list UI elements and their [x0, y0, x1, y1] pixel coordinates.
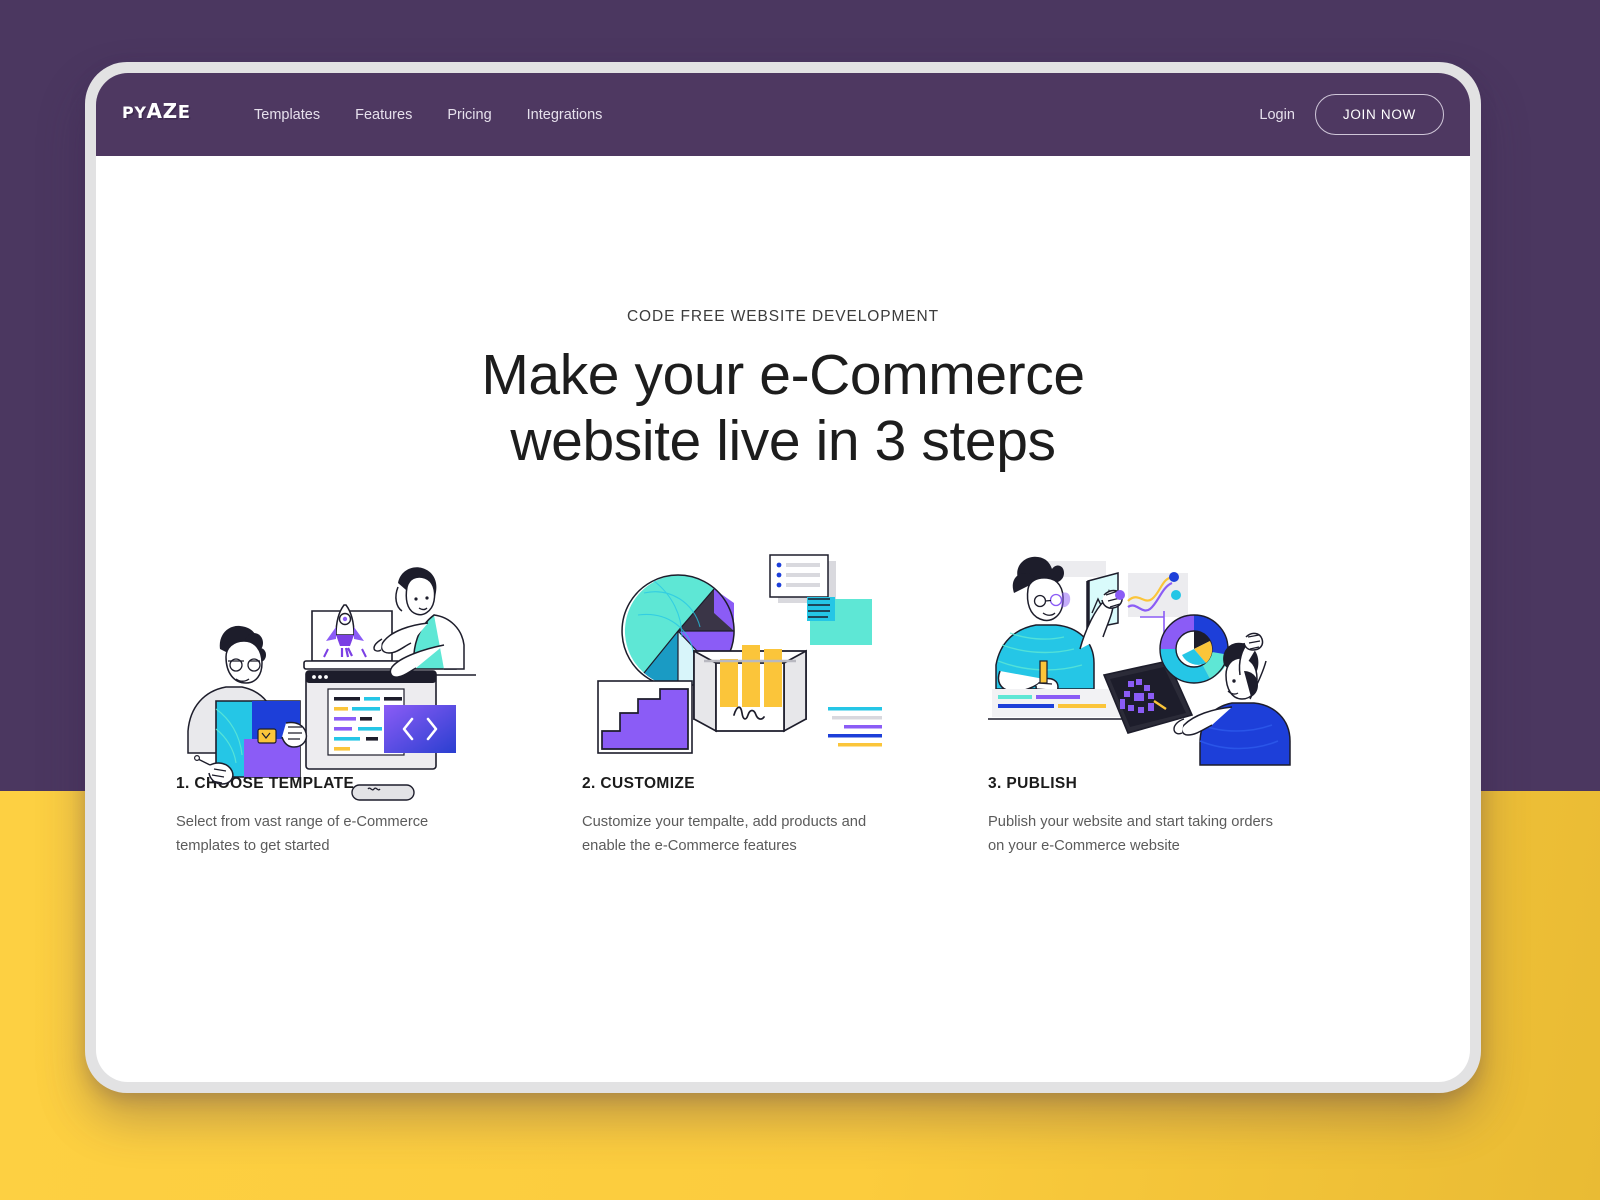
step-title-2: 2. CUSTOMIZE [582, 775, 696, 792]
step-card-1: 1. CHOOSE TEMPLATE Select from vast rang… [176, 553, 582, 858]
step-description-1: Select from vast range of e-Commerce tem… [176, 814, 429, 854]
step-card-2: 2. CUSTOMIZE Customize your tempalte, ad… [582, 553, 988, 858]
choose-template-illustration [176, 553, 522, 801]
customize-illustration [582, 553, 928, 754]
nav-link-pricing[interactable]: Pricing [447, 107, 491, 123]
hero-section: CODE FREE WEBSITE DEVELOPMENT Make your … [96, 156, 1470, 474]
login-link[interactable]: Login [1259, 107, 1294, 123]
headline-line-1: Make your e-Commerce [481, 343, 1085, 407]
steps-section: 1. CHOOSE TEMPLATE Select from vast rang… [176, 553, 1396, 858]
page-title: Make your e-Commerce website live in 3 s… [96, 342, 1470, 474]
nav-actions: Login JOIN NOW [1259, 73, 1444, 156]
nav-links: Templates Features Pricing Integrations [254, 73, 637, 156]
publish-illustration [988, 553, 1334, 766]
top-navigation-bar: PYAZE Templates Features Pricing Integra… [96, 73, 1470, 156]
step-description-2: Customize your tempalte, add products an… [582, 814, 867, 854]
headline-line-2: website live in 3 steps [510, 409, 1056, 473]
hero-eyebrow: CODE FREE WEBSITE DEVELOPMENT [626, 308, 940, 325]
device-frame: PYAZE Templates Features Pricing Integra… [85, 62, 1481, 1093]
logo-text-part1: PY [122, 103, 147, 122]
logo[interactable]: PYAZE [122, 99, 191, 123]
nav-link-templates[interactable]: Templates [254, 107, 320, 123]
step-title-3: 3. PUBLISH [988, 775, 1078, 792]
logo-text-part3: E [177, 102, 191, 123]
device-screen: PYAZE Templates Features Pricing Integra… [96, 73, 1470, 1082]
nav-link-features[interactable]: Features [355, 107, 412, 123]
logo-text-part2: AZ [146, 99, 178, 123]
nav-link-integrations[interactable]: Integrations [527, 107, 603, 123]
step-description-3: Publish your website and start taking or… [988, 814, 1273, 854]
step-card-3: 3. PUBLISH Publish your website and star… [988, 553, 1394, 858]
join-now-button[interactable]: JOIN NOW [1314, 94, 1444, 135]
